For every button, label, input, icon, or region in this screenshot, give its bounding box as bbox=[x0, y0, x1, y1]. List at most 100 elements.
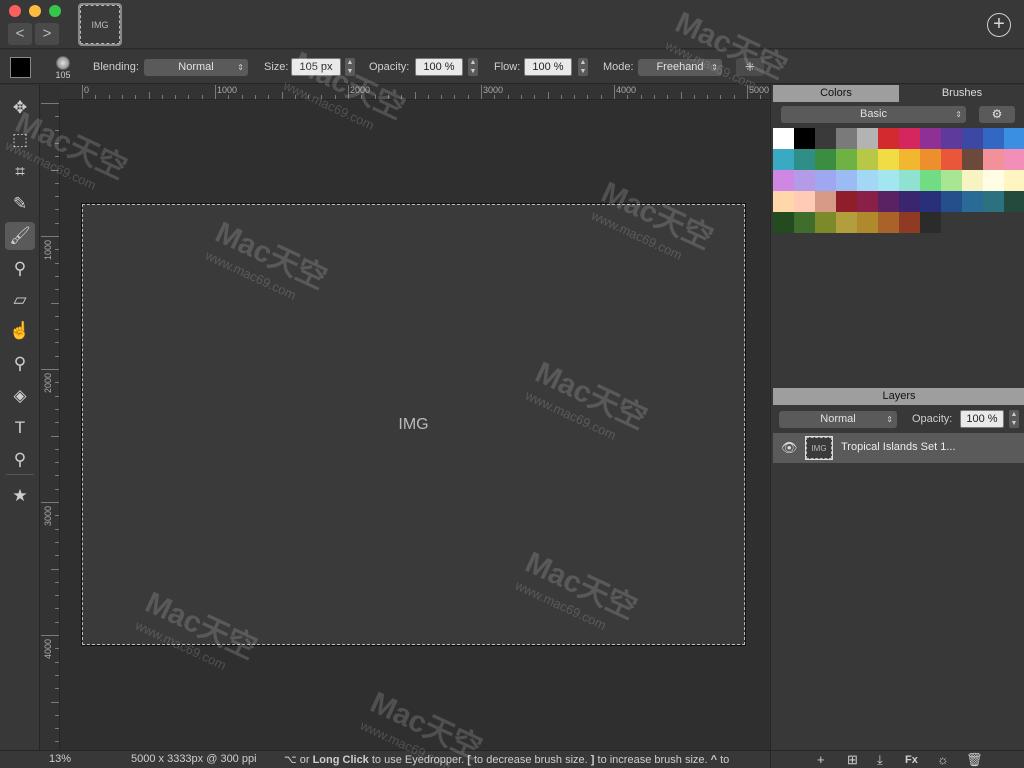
color-swatch[interactable] bbox=[941, 149, 962, 170]
mode-select[interactable]: Freehand ⇕ bbox=[638, 59, 722, 76]
color-swatch[interactable] bbox=[920, 170, 941, 191]
layer-row[interactable]: 👁 IMG Tropical Islands Set 1... bbox=[773, 433, 1024, 463]
color-swatch[interactable] bbox=[794, 170, 815, 191]
clone-stamp-tool-icon[interactable]: ⚲ bbox=[5, 255, 35, 283]
color-swatch[interactable] bbox=[794, 128, 815, 149]
close-window-button[interactable] bbox=[9, 5, 21, 17]
color-swatch[interactable] bbox=[815, 212, 836, 233]
color-swatch[interactable] bbox=[878, 191, 899, 212]
flow-stepper[interactable]: ▲ ▼ bbox=[578, 58, 588, 76]
tab-brushes[interactable]: Brushes bbox=[899, 85, 1024, 102]
color-swatch[interactable] bbox=[836, 212, 857, 233]
size-field[interactable]: 105 px bbox=[291, 58, 341, 76]
color-swatch[interactable] bbox=[1004, 191, 1024, 212]
layer-blend-select[interactable]: Normal ⇕ bbox=[779, 411, 897, 428]
minimize-window-button[interactable] bbox=[29, 5, 41, 17]
zoom-window-button[interactable] bbox=[49, 5, 61, 17]
canvas-area[interactable]: IMG bbox=[60, 101, 769, 750]
color-swatch[interactable] bbox=[773, 212, 794, 233]
layer-fx-button[interactable]: Fx bbox=[905, 751, 918, 768]
color-swatch[interactable] bbox=[815, 170, 836, 191]
color-swatch[interactable] bbox=[983, 128, 1004, 149]
visibility-eye-icon[interactable]: 👁 bbox=[781, 440, 798, 456]
opacity-stepper[interactable]: ▲ ▼ bbox=[468, 58, 478, 76]
layer-opacity-stepper[interactable]: ▲ ▼ bbox=[1009, 410, 1019, 428]
palette-select[interactable]: Basic ⇕ bbox=[781, 106, 966, 123]
color-swatch[interactable] bbox=[962, 170, 983, 191]
color-swatch[interactable] bbox=[962, 149, 983, 170]
tab-colors[interactable]: Colors bbox=[773, 85, 899, 102]
color-swatch[interactable] bbox=[962, 128, 983, 149]
color-swatch[interactable] bbox=[941, 191, 962, 212]
color-swatch[interactable] bbox=[836, 149, 857, 170]
brush-settings-icon[interactable]: ⁜ bbox=[736, 58, 764, 76]
color-swatch[interactable] bbox=[899, 212, 920, 233]
color-swatch[interactable] bbox=[857, 170, 878, 191]
color-swatch[interactable] bbox=[773, 170, 794, 191]
color-swatch[interactable] bbox=[773, 128, 794, 149]
favorites-tool-icon[interactable]: ★ bbox=[5, 482, 35, 510]
document-image[interactable]: IMG bbox=[81, 203, 746, 646]
adjustment-sun-icon[interactable]: ☼ bbox=[937, 751, 949, 768]
brush-tool-icon[interactable]: 🖌 bbox=[5, 222, 35, 250]
color-swatch[interactable] bbox=[878, 170, 899, 191]
color-swatch[interactable] bbox=[815, 128, 836, 149]
color-swatch[interactable] bbox=[983, 149, 1004, 170]
zoom-tool-icon[interactable]: ⚲ bbox=[5, 446, 35, 474]
color-swatch[interactable] bbox=[836, 170, 857, 191]
add-document-button[interactable]: + bbox=[987, 13, 1011, 37]
color-swatch[interactable] bbox=[983, 170, 1004, 191]
blending-select[interactable]: Normal ⇕ bbox=[144, 59, 248, 76]
color-swatch[interactable] bbox=[1004, 149, 1024, 170]
color-swatch[interactable] bbox=[983, 191, 1004, 212]
eraser-tool-icon[interactable]: ▱ bbox=[5, 286, 35, 314]
color-swatch[interactable] bbox=[878, 149, 899, 170]
color-swatch[interactable] bbox=[899, 149, 920, 170]
color-swatch[interactable] bbox=[920, 212, 941, 233]
color-swatch[interactable] bbox=[899, 191, 920, 212]
color-swatch[interactable] bbox=[857, 191, 878, 212]
eyedropper-tool-icon[interactable]: ✎ bbox=[5, 190, 35, 218]
foreground-color-well[interactable] bbox=[10, 57, 31, 78]
color-swatch[interactable] bbox=[1004, 170, 1024, 191]
layer-opacity-field[interactable]: 100 % bbox=[960, 410, 1004, 428]
smudge-tool-icon[interactable]: ☝ bbox=[5, 317, 35, 345]
zoom-level[interactable]: 13% bbox=[49, 753, 71, 765]
color-swatch[interactable] bbox=[941, 128, 962, 149]
add-layer-plus-icon[interactable]: + bbox=[817, 751, 825, 768]
marquee-tool-icon[interactable]: ⬚ bbox=[5, 126, 35, 154]
color-swatch[interactable] bbox=[857, 212, 878, 233]
color-swatch[interactable] bbox=[920, 149, 941, 170]
color-swatch[interactable] bbox=[920, 128, 941, 149]
color-swatch[interactable] bbox=[794, 149, 815, 170]
forward-button[interactable]: > bbox=[35, 23, 59, 45]
dodge-tool-icon[interactable]: ⚲ bbox=[5, 350, 35, 378]
color-swatch[interactable] bbox=[773, 149, 794, 170]
color-swatch[interactable] bbox=[815, 191, 836, 212]
color-swatch[interactable] bbox=[794, 212, 815, 233]
color-swatch[interactable] bbox=[941, 170, 962, 191]
color-swatch[interactable] bbox=[878, 212, 899, 233]
back-button[interactable]: < bbox=[8, 23, 32, 45]
color-swatch[interactable] bbox=[815, 149, 836, 170]
color-swatch[interactable] bbox=[794, 191, 815, 212]
palette-settings-gear-icon[interactable]: ⚙ bbox=[979, 106, 1015, 123]
document-thumbnail[interactable]: IMG bbox=[78, 3, 122, 46]
color-swatch[interactable] bbox=[857, 128, 878, 149]
color-swatch[interactable] bbox=[1004, 128, 1024, 149]
text-tool-icon[interactable]: T bbox=[5, 414, 35, 442]
color-swatch[interactable] bbox=[836, 191, 857, 212]
delete-layer-trash-icon[interactable]: 🗑 bbox=[966, 751, 983, 768]
color-swatch[interactable] bbox=[962, 191, 983, 212]
color-swatch[interactable] bbox=[920, 191, 941, 212]
color-swatch[interactable] bbox=[878, 128, 899, 149]
crop-tool-icon[interactable]: ⌗ bbox=[5, 158, 35, 186]
color-swatch[interactable] bbox=[836, 128, 857, 149]
brush-preset-picker[interactable]: 105 bbox=[52, 52, 74, 82]
opacity-field[interactable]: 100 % bbox=[415, 58, 463, 76]
size-stepper[interactable]: ▲ ▼ bbox=[345, 58, 355, 76]
move-tool-icon[interactable]: ✥ bbox=[5, 94, 35, 122]
flow-field[interactable]: 100 % bbox=[524, 58, 572, 76]
color-swatch[interactable] bbox=[773, 191, 794, 212]
merge-layer-icon[interactable]: ⤓ bbox=[877, 751, 883, 768]
